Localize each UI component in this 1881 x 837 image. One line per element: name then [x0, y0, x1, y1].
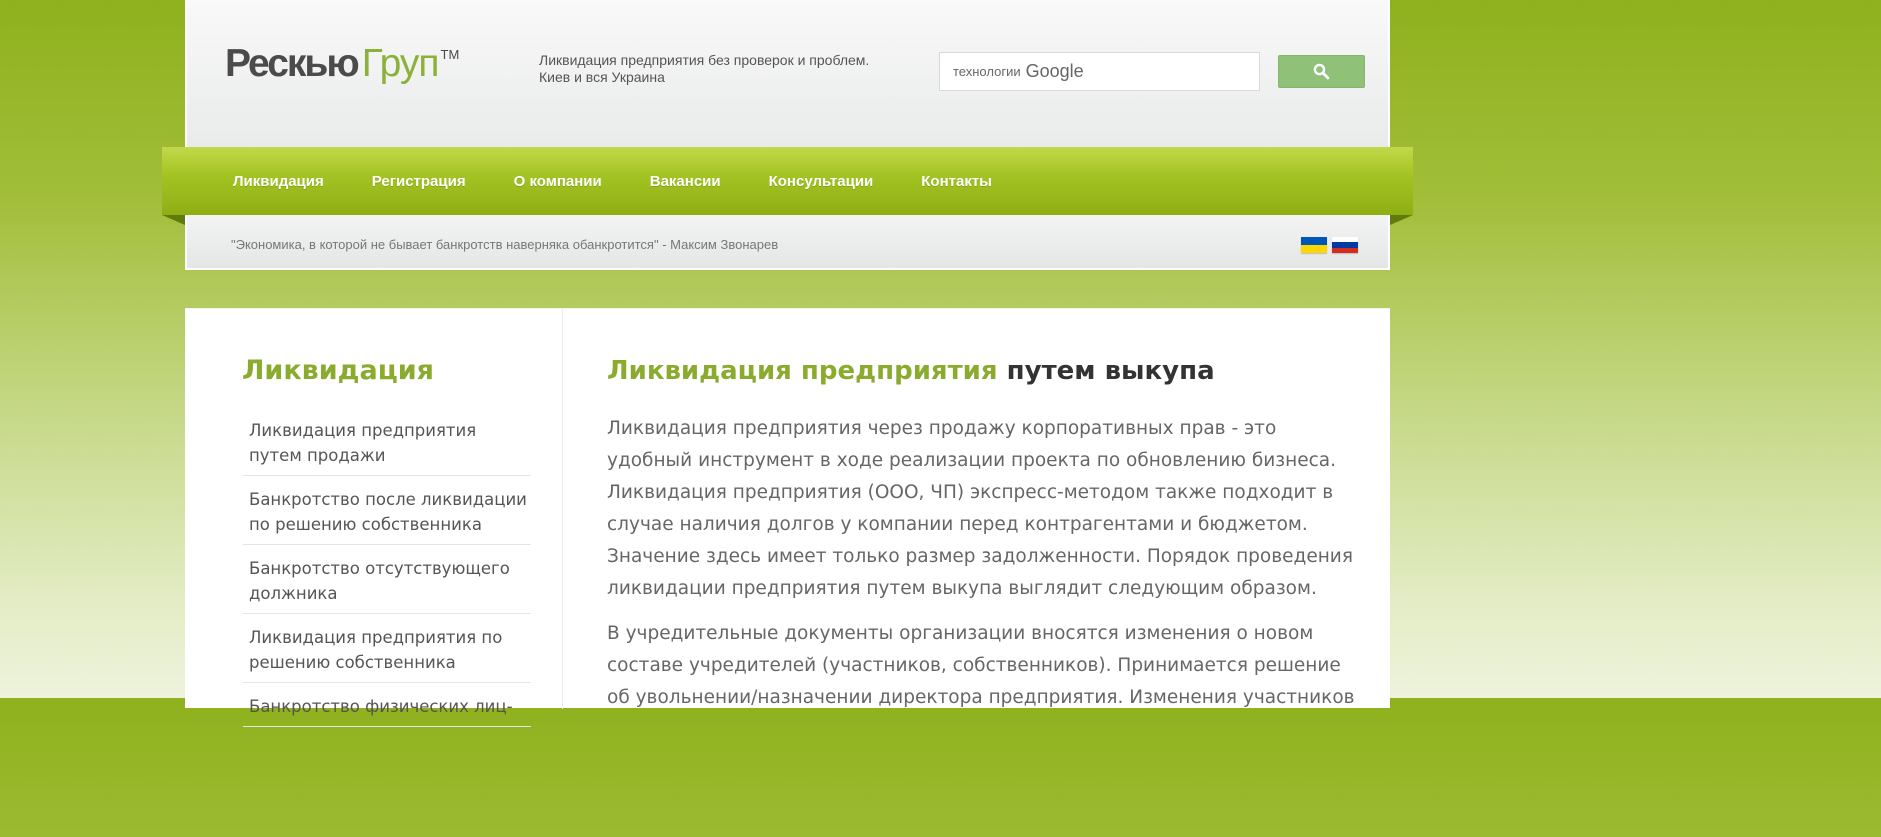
flag-stripe — [1332, 247, 1358, 253]
nav-item-about[interactable]: О компании — [514, 173, 602, 190]
sidebar-item[interactable]: Ликвидация предприятия путем продажи — [243, 415, 531, 476]
page-title-rest: путем выкупа — [1006, 356, 1215, 386]
flag-stripe — [1301, 237, 1327, 245]
ukrainian-flag-icon[interactable] — [1301, 237, 1327, 253]
nav-item-contacts[interactable]: Контакты — [921, 173, 992, 190]
logo-text-primary: Рескью — [225, 42, 360, 85]
quote-bar: "Экономика, в которой не бывает банкротс… — [185, 215, 1390, 270]
logo-text-secondary: Груп — [361, 42, 440, 85]
logo[interactable]: Рескью Груп TM — [225, 44, 459, 83]
logo-trademark: TM — [440, 47, 460, 62]
flag-stripe — [1301, 245, 1327, 253]
sidebar-title: Ликвидация — [242, 355, 434, 386]
article-paragraph: Ликвидация предприятия через продажу кор… — [607, 418, 1353, 599]
nav-item-vacancies[interactable]: Вакансии — [650, 173, 721, 190]
quote-text: "Экономика, в которой не бывает банкротс… — [231, 237, 779, 252]
sidebar-item[interactable]: Банкротство физических лиц- — [243, 691, 531, 727]
sidebar-item[interactable]: Банкротство после ликвидации по решению … — [243, 484, 531, 545]
page-title: Ликвидация предприятия путем выкупа — [607, 355, 1357, 387]
sidebar-list: Ликвидация предприятия путем продажи Бан… — [243, 415, 531, 735]
tagline-line: Ликвидация предприятия без проверок и пр… — [539, 52, 870, 68]
nav-item-registration[interactable]: Регистрация — [372, 173, 466, 190]
search-input[interactable]: технологии Google — [939, 52, 1260, 91]
search-icon — [1313, 63, 1330, 80]
sidebar-item[interactable]: Банкротство отсутствующего должника — [243, 553, 531, 614]
header: Рескью Груп TM Ликвидация предприятия бе… — [185, 0, 1390, 147]
sidebar: Ликвидация Ликвидация предприятия путем … — [185, 309, 563, 727]
content-panel: Ликвидация Ликвидация предприятия путем … — [185, 308, 1390, 727]
search-button[interactable] — [1278, 55, 1365, 88]
page-title-highlight: Ликвидация предприятия — [607, 356, 998, 386]
sidebar-item[interactable]: Ликвидация предприятия по решению собств… — [243, 622, 531, 683]
russian-flag-icon[interactable] — [1332, 237, 1358, 253]
tagline-line: Киев и вся Украина — [539, 69, 665, 85]
tagline: Ликвидация предприятия без проверок и пр… — [539, 52, 869, 86]
article-paragraph: В учредительные документы организации вн… — [607, 623, 1355, 708]
search-google-label: Google — [1025, 61, 1084, 81]
nav-item-consultations[interactable]: Консультации — [769, 173, 874, 190]
ribbon-fold-left — [162, 215, 185, 225]
ribbon-fold-right — [1390, 215, 1413, 225]
nav-item-liquidation[interactable]: Ликвидация — [233, 173, 324, 190]
main-nav: Ликвидация Регистрация О компании Ваканс… — [162, 147, 1413, 215]
search-powered-by-label: технологии — [953, 64, 1021, 79]
main-article: Ликвидация предприятия путем выкупа Ликв… — [607, 355, 1357, 714]
